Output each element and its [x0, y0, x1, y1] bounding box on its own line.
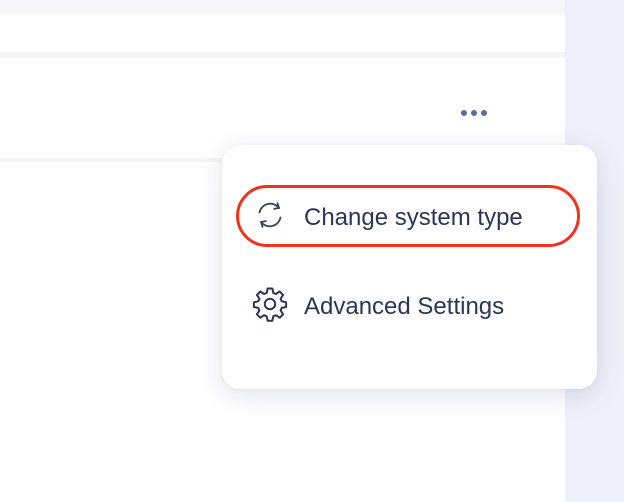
more-options-button[interactable]: [452, 98, 496, 128]
ellipsis-horizontal-icon: [461, 110, 467, 116]
advanced-settings-menu-item[interactable]: Advanced Settings: [250, 282, 504, 332]
menu-item-label: Change system type: [304, 204, 523, 231]
refresh-arrows-icon: [250, 195, 290, 242]
options-dropdown-menu: Change system type Advanced Settings: [222, 145, 597, 389]
top-background: [0, 0, 565, 14]
app-canvas: Change system type Advanced Settings: [0, 0, 624, 502]
top-card: [0, 14, 565, 52]
menu-item-label: Advanced Settings: [304, 293, 505, 320]
ellipsis-horizontal-icon: [471, 110, 477, 116]
ellipsis-horizontal-icon: [481, 110, 487, 116]
gear-icon: [250, 284, 290, 331]
change-system-type-menu-item[interactable]: Change system type: [250, 193, 523, 243]
